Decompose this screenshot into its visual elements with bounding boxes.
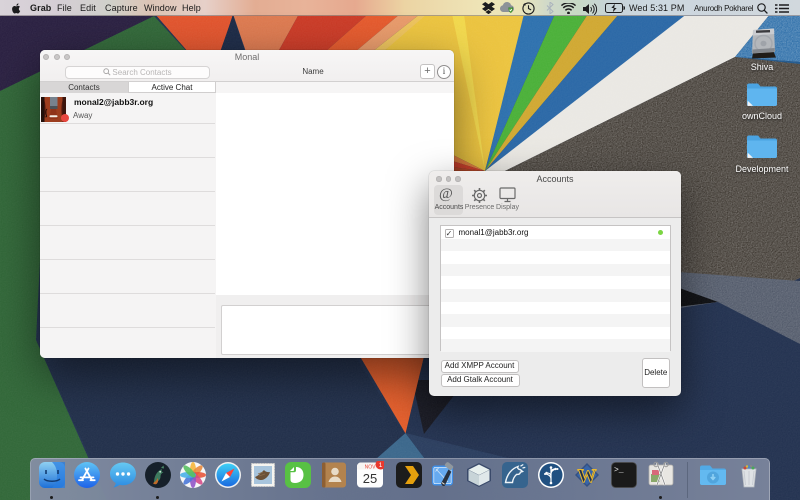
svg-text:NOV: NOV — [365, 465, 377, 471]
svg-text:>_: >_ — [614, 466, 624, 475]
svg-text:25: 25 — [363, 471, 377, 486]
svg-text:1: 1 — [379, 462, 383, 469]
svg-text:W: W — [578, 466, 597, 487]
